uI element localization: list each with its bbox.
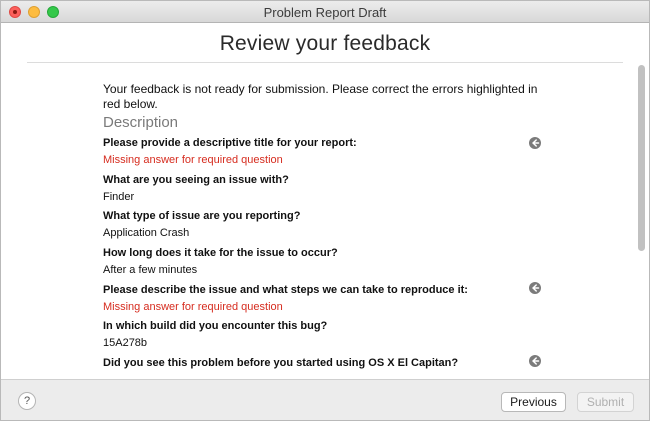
go-to-question-icon[interactable] — [529, 137, 541, 149]
question-label: Please provide a descriptive title for y… — [103, 137, 357, 149]
question-item-issue-type: What type of issue are you reporting? Ap… — [103, 209, 553, 240]
answer-value: After a few minutes — [103, 264, 198, 276]
vertical-scrollbar[interactable] — [635, 65, 646, 377]
footer-bar: ? Previous Submit — [1, 379, 649, 420]
question-item-reproduce-steps: Please describe the issue and what steps… — [103, 283, 553, 314]
go-to-question-icon[interactable] — [529, 355, 541, 367]
answer-value: Finder — [103, 191, 135, 203]
previous-button[interactable]: Previous — [501, 392, 566, 412]
section-title: Description — [103, 114, 179, 131]
question-item-previous-os: Did you see this problem before you star… — [103, 356, 553, 373]
question-label: How long does it take for the issue to o… — [103, 247, 338, 259]
problem-report-window: Problem Report Draft Review your feedbac… — [0, 0, 650, 421]
help-button[interactable]: ? — [18, 392, 36, 410]
question-item-title: Please provide a descriptive title for y… — [103, 136, 553, 167]
submit-button[interactable]: Submit — [577, 392, 634, 412]
window-title: Problem Report Draft — [263, 5, 387, 20]
validation-message: Your feedback is not ready for submissio… — [103, 82, 538, 111]
page-title: Review your feedback — [219, 32, 431, 55]
title-bar: Problem Report Draft — [1, 1, 649, 23]
question-label: Please describe the issue and what steps… — [103, 284, 468, 296]
question-item-build: In which build did you encounter this bu… — [103, 319, 553, 350]
question-label: What are you seeing an issue with? — [103, 174, 289, 186]
question-item-issue-with: What are you seeing an issue with? Finde… — [103, 173, 553, 204]
question-label: What type of issue are you reporting? — [103, 210, 301, 222]
review-scroll-area[interactable]: Your feedback is not ready for submissio… — [1, 63, 649, 379]
scrollbar-thumb[interactable] — [638, 65, 645, 251]
question-label: In which build did you encounter this bu… — [103, 320, 328, 332]
answer-value: 15A278b — [103, 337, 148, 349]
answer-value: Application Crash — [103, 227, 190, 239]
error-message: Missing answer for required question — [103, 301, 283, 313]
question-label: Did you see this problem before you star… — [103, 357, 459, 369]
go-to-question-icon[interactable] — [529, 282, 541, 294]
question-item-duration: How long does it take for the issue to o… — [103, 246, 553, 277]
error-message: Missing answer for required question — [103, 154, 283, 166]
